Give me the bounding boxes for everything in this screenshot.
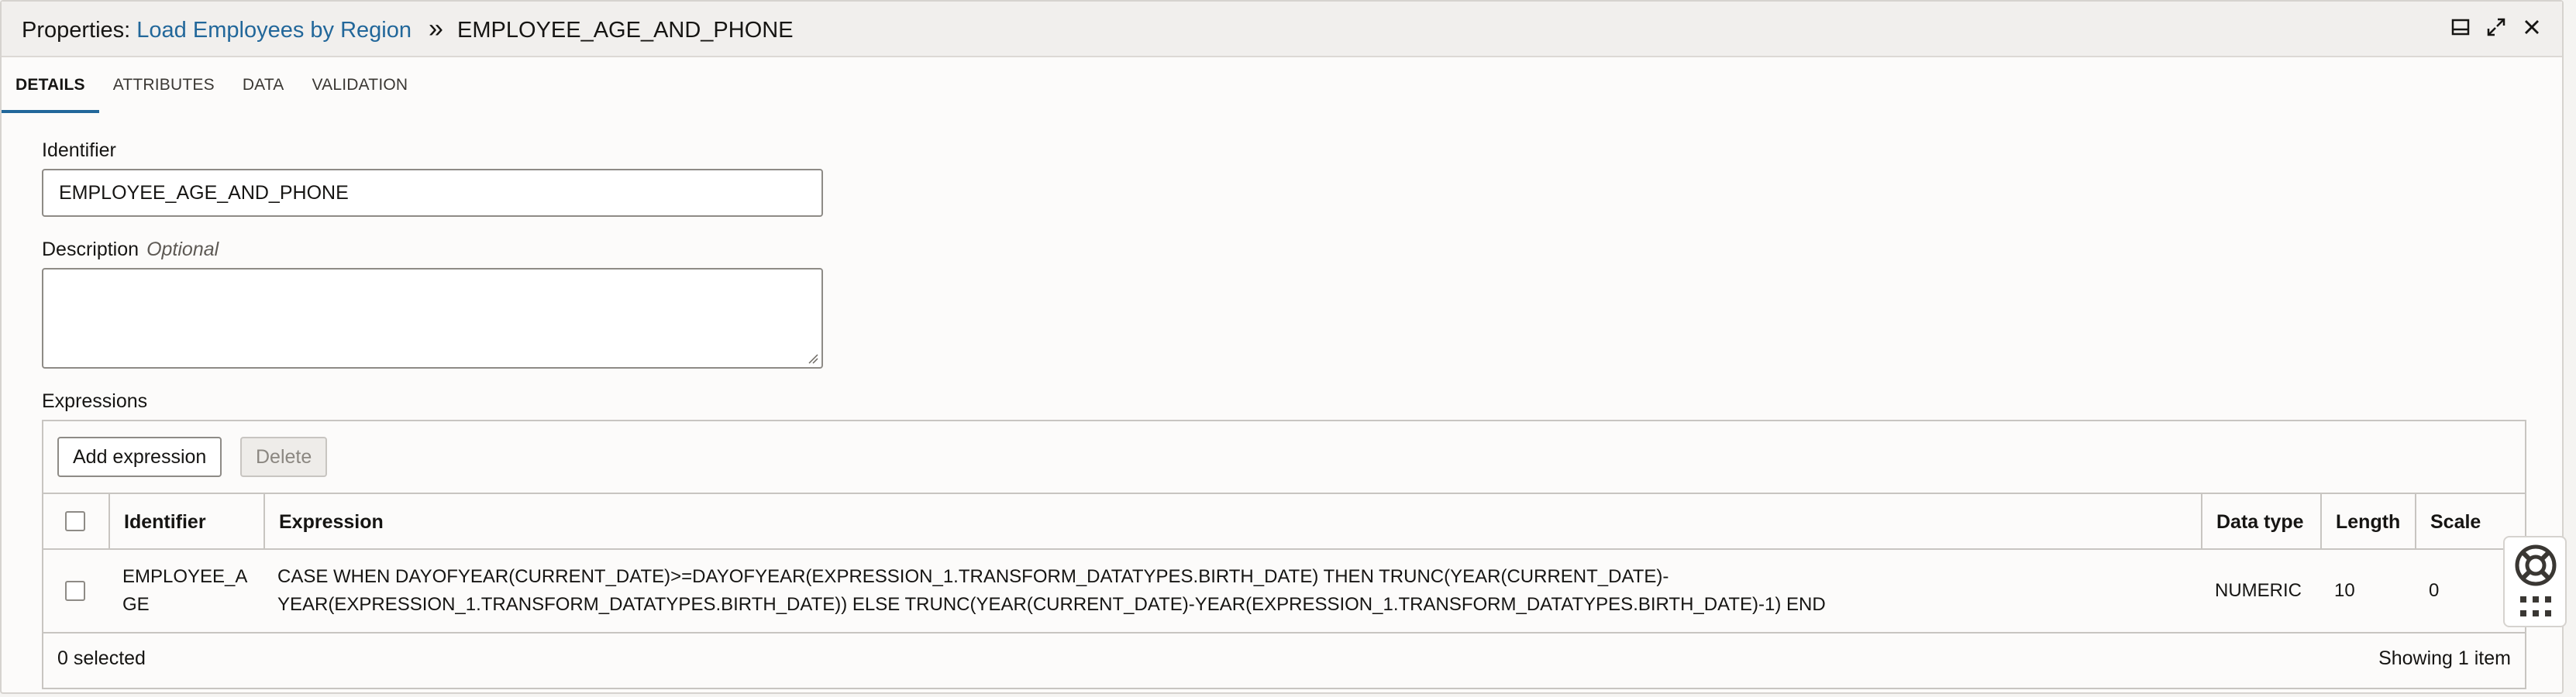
tab-details[interactable]: DETAILS [2,57,99,113]
column-header-expression[interactable]: Expression [263,494,2213,550]
identifier-label: Identifier [42,139,116,162]
panel-header: Properties: Load Employees by Region » E… [2,2,2562,57]
description-label: Description Optional [42,239,219,261]
tab-attributes[interactable]: ATTRIBUTES [99,57,229,113]
table-header: Identifier Expression Data type Length S… [43,493,2525,550]
column-header-length[interactable]: Length [2320,494,2415,550]
cell-expression: CASE WHEN DAYOFYEAR(CURRENT_DATE)>=DAYOF… [263,550,2201,632]
column-header-data-type[interactable]: Data type [2201,494,2320,550]
tab-bar: DETAILS ATTRIBUTES DATA VALIDATION [2,57,422,113]
properties-panel: Properties: Load Employees by Region » E… [0,0,2567,694]
cell-identifier-line1: EMPLOYEE_A [122,566,248,587]
delete-button[interactable]: Delete [240,437,328,477]
identifier-input[interactable]: EMPLOYEE_AGE_AND_PHONE [42,169,823,217]
optional-hint: Optional [146,239,219,260]
description-label-text: Description [42,239,139,260]
title-prefix: Properties: [22,18,131,43]
expressions-label: Expressions [42,390,148,412]
help-widget[interactable] [2503,536,2567,627]
row-select-cell [43,550,108,632]
apps-grid-icon[interactable] [2520,596,2551,618]
cell-length: 10 [2334,580,2355,601]
cell-expression-line2: YEAR(EXPRESSION_1.TRANSFORM_DATATYPES.BI… [277,594,1826,615]
column-header-identifier[interactable]: Identifier [108,494,263,550]
resize-grip-icon[interactable] [808,353,818,364]
breadcrumb-link[interactable]: Load Employees by Region [136,18,412,43]
description-textarea[interactable] [42,268,823,369]
lifebuoy-icon[interactable] [2514,544,2557,587]
panel-title: Properties: Load Employees by Region » E… [22,15,794,43]
expressions-table-container: Add expression Delete Identifier Express… [42,420,2526,689]
breadcrumb-separator: » [429,14,443,43]
expressions-table: Identifier Expression Data type Length S… [43,493,2525,633]
tab-validation[interactable]: VALIDATION [298,57,422,113]
window-controls [2450,17,2542,37]
add-expression-button[interactable]: Add expression [57,437,222,477]
cell-data-type: NUMERIC [2215,580,2302,601]
select-all-checkbox[interactable] [65,511,85,531]
cell-expression-line1: CASE WHEN DAYOFYEAR(CURRENT_DATE)>=DAYOF… [277,566,1669,587]
cell-identifier-line2: GE [122,594,150,615]
row-checkbox[interactable] [65,581,85,601]
table-footer: 0 selected Showing 1 item [43,640,2525,680]
item-count: Showing 1 item [2378,647,2511,669]
identifier-label-text: Identifier [42,139,116,161]
table-row[interactable]: EMPLOYEE_A GE CASE WHEN DAYOFYEAR(CURREN… [43,550,2525,633]
close-icon[interactable] [2522,17,2542,37]
breadcrumb-current: EMPLOYEE_AGE_AND_PHONE [457,18,794,43]
expand-icon[interactable] [2486,17,2506,37]
select-all-cell [43,494,108,550]
tab-data[interactable]: DATA [229,57,298,113]
cell-identifier: EMPLOYEE_A GE [108,550,263,632]
dock-bottom-icon[interactable] [2450,17,2471,37]
selection-count: 0 selected [57,647,146,669]
